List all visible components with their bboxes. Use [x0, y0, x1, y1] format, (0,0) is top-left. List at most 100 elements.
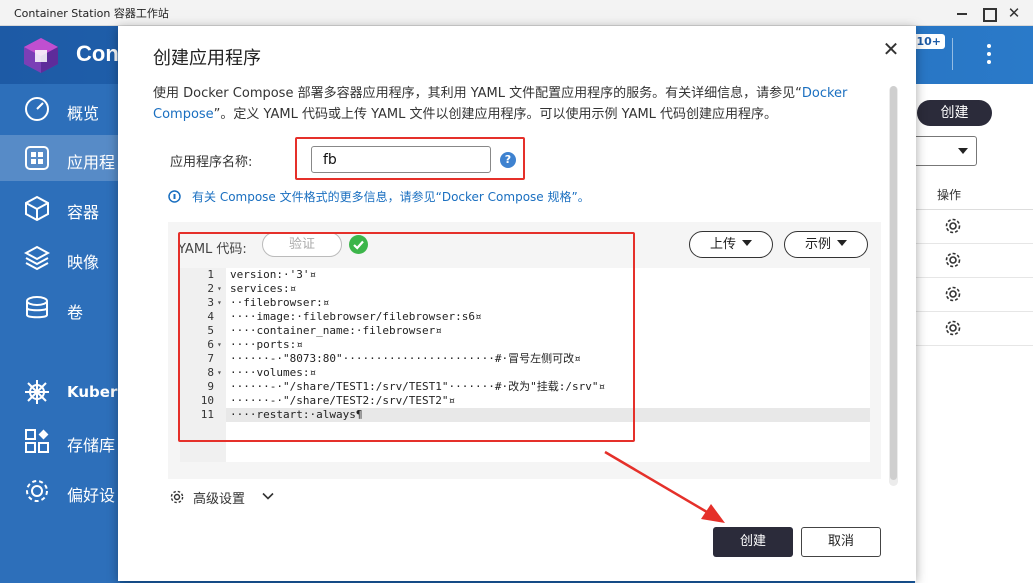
help-icon[interactable]: ?	[500, 152, 516, 168]
sidebar-item-applications[interactable]: 应用程	[0, 135, 120, 181]
registry-icon	[25, 429, 49, 453]
container-station-logo	[24, 38, 58, 73]
code-text: ··filebrowser:¤	[230, 296, 330, 309]
fold-arrow-icon[interactable]: ▾	[217, 366, 222, 380]
compose-spec-link[interactable]: 有关 Compose 文件格式的更多信息，请参见“Docker Compose …	[192, 190, 590, 204]
sidebar-item-overview[interactable]: 概览	[0, 86, 120, 132]
yaml-code-editor[interactable]: 1 version:·'3'¤ 2 ▾ services:¤ 3 ▾ ··filebrow…	[180, 268, 870, 462]
sidebar-item-label: 概览	[67, 104, 100, 123]
yaml-code-label: YAML 代码:	[178, 242, 247, 257]
notification-badge[interactable]: 10+	[912, 34, 945, 49]
table-row	[915, 244, 1033, 278]
line-number: 4	[207, 310, 214, 323]
code-text: ····restart:·always¶	[230, 408, 363, 421]
description-text: ”。定义 YAML 代码或上传 YAML 文件以创建应用程序。可以使用示例 YA…	[213, 107, 778, 122]
code-text: ····volumes:¤	[230, 366, 317, 379]
dialog-scrollbar[interactable]	[889, 86, 898, 486]
sidebar-item-preferences[interactable]: 偏好设	[0, 468, 120, 514]
close-window-icon[interactable]: ✕	[1005, 4, 1023, 22]
gear-icon[interactable]	[945, 320, 961, 336]
fold-arrow-icon[interactable]: ▾	[217, 282, 222, 296]
header-divider	[952, 38, 953, 70]
code-text: ······-·"8073:80"·······················…	[230, 352, 581, 365]
chevron-down-icon	[262, 492, 274, 500]
code-text: version:·'3'¤	[230, 268, 317, 281]
example-button[interactable]: 示例	[784, 231, 868, 258]
chevron-down-icon	[958, 148, 968, 154]
create-application-dialog: 创建应用程序 ✕ 使用 Docker Compose 部署多容器应用程序，其利用…	[118, 26, 916, 581]
table-row	[915, 312, 1033, 346]
cancel-button[interactable]: 取消	[801, 527, 881, 557]
sidebar-item-label: 应用程	[67, 153, 116, 172]
line-number: 9	[207, 380, 214, 393]
sidebar-item-kubernetes[interactable]: Kubern	[0, 369, 128, 415]
window-titlebar: Container Station 容器工作站 ✕	[0, 0, 1033, 26]
line-number: 3	[207, 296, 214, 309]
upload-label: 上传	[709, 237, 736, 252]
sidebar-item-registry[interactable]: 存储库	[0, 418, 120, 464]
minimize-icon[interactable]	[953, 4, 971, 22]
sidebar-item-label: 卷	[67, 303, 84, 322]
check-circle-icon	[349, 235, 368, 254]
create-button[interactable]: 创建	[713, 527, 793, 557]
compose-spec-info: 有关 Compose 文件格式的更多信息，请参见“Docker Compose …	[168, 188, 590, 205]
sidebar-item-containers[interactable]: 容器	[0, 185, 120, 231]
filter-select[interactable]	[911, 136, 977, 166]
app-name-label: 应用程序名称:	[170, 155, 253, 170]
fold-arrow-icon[interactable]: ▾	[217, 338, 222, 352]
lightbulb-icon	[168, 190, 181, 203]
dialog-description: 使用 Docker Compose 部署多容器应用程序，其利用 YAML 文件配…	[153, 83, 883, 125]
table-row	[915, 210, 1033, 244]
app-brand: Con	[76, 41, 119, 66]
line-number: 6	[207, 338, 214, 351]
line-number: 7	[207, 352, 214, 365]
caret-down-icon	[837, 240, 847, 246]
sidebar-item-images[interactable]: 映像	[0, 235, 120, 281]
sidebar-item-volumes[interactable]: 卷	[0, 285, 120, 331]
applications-panel: 创建 操作	[911, 84, 1033, 583]
code-text: ····ports:¤	[230, 338, 303, 351]
gear-icon	[170, 490, 184, 504]
line-number: 5	[207, 324, 214, 337]
cube-icon	[25, 195, 49, 221]
line-number: 8	[207, 366, 214, 379]
verify-button[interactable]: 验证	[262, 232, 342, 257]
code-text: ····container_name:·filebrowser¤	[230, 324, 442, 337]
caret-down-icon	[742, 240, 752, 246]
create-app-button[interactable]: 创建	[917, 100, 992, 126]
ops-column-header: 操作	[937, 188, 962, 202]
gear-icon	[26, 480, 48, 502]
code-text: ······-·"/share/TEST1:/srv/TEST1"·······…	[230, 380, 606, 393]
sidebar-item-label: 存储库	[67, 436, 116, 455]
dialog-title: 创建应用程序	[153, 48, 261, 69]
close-icon[interactable]: ✕	[880, 38, 902, 60]
table-header: 操作	[915, 178, 1033, 210]
more-menu-icon[interactable]	[983, 42, 995, 66]
sidebar: 概览 应用程 容器 映像 卷 Kubern 存储库 偏好设	[0, 84, 128, 583]
upload-button[interactable]: 上传	[689, 231, 773, 258]
table-row	[915, 278, 1033, 312]
gear-icon[interactable]	[945, 218, 961, 234]
advanced-settings-label: 高级设置	[193, 492, 246, 507]
code-text: ····image:·filebrowser/filebrowser:s6¤	[230, 310, 482, 323]
gear-icon[interactable]	[945, 286, 961, 302]
layers-icon	[24, 245, 50, 271]
code-text: ······-·"/share/TEST2:/srv/TEST2"¤	[230, 394, 456, 407]
sidebar-item-label: 映像	[67, 253, 100, 272]
example-label: 示例	[804, 237, 831, 252]
line-number: 10	[200, 394, 214, 407]
app-name-input[interactable]	[311, 146, 491, 173]
fold-arrow-icon[interactable]: ▾	[217, 296, 222, 310]
sidebar-item-label: 偏好设	[67, 486, 116, 505]
description-text: 使用 Docker Compose 部署多容器应用程序，其利用 YAML 文件配…	[153, 86, 802, 101]
code-text: services:¤	[230, 282, 297, 295]
maximize-icon[interactable]	[979, 4, 997, 22]
scrollbar-thumb[interactable]	[890, 86, 897, 480]
advanced-settings-toggle[interactable]: 高级设置	[170, 488, 274, 507]
helm-icon	[25, 380, 49, 404]
gear-icon[interactable]	[945, 252, 961, 268]
apps-grid-icon	[25, 146, 49, 170]
line-number: 2	[207, 282, 214, 295]
sidebar-item-label: 容器	[67, 203, 100, 222]
database-icon	[26, 296, 48, 319]
